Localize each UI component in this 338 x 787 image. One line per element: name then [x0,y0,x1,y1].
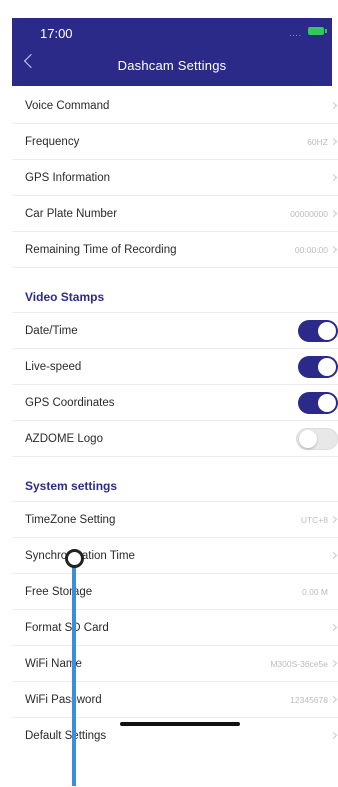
chevron-right-icon [329,551,338,560]
row-label: Voice Command [25,99,110,112]
chevron-right-icon [329,659,338,668]
setting-row-sync-time[interactable]: Synchronization Time [12,538,338,574]
section-title: System settings [25,479,118,493]
chevron-right-icon [329,173,338,182]
row-value: 00:00:00 [294,244,328,255]
row-label: GPS Coordinates [25,396,115,409]
toggle-knob [299,430,317,448]
chevron-right-icon [329,731,338,740]
setting-row-car-plate-number[interactable]: Car Plate Number 00000000 [12,196,338,232]
row-label: Format SD Card [25,621,109,634]
page-title: Dashcam Settings [117,58,227,73]
annotation-pointer-dot [65,549,84,568]
toggle-knob [318,394,336,412]
row-value: 00000000 [290,208,328,219]
row-label: GPS Information [25,171,111,184]
row-label: AZDOME Logo [25,432,103,445]
setting-row-remaining-time[interactable]: Remaining Time of Recording 00:00:00 [12,232,338,268]
section-header-system-settings: System settings [12,457,338,502]
stamp-row-azdome-logo: AZDOME Logo [12,421,338,457]
row-label: Remaining Time of Recording [25,243,177,256]
gps-coordinates-toggle[interactable] [298,392,338,414]
row-label: Free Storage [25,585,93,598]
setting-row-free-storage[interactable]: Free Storage 0.00 M [12,574,338,610]
annotation-pointer-line [72,556,76,786]
stamp-row-date-time: Date/Time [12,313,338,349]
date-time-toggle[interactable] [298,320,338,342]
row-label: Frequency [25,135,80,148]
setting-row-timezone[interactable]: TimeZone Setting UTC+8 [12,502,338,538]
row-value: 12345678 [290,694,328,705]
home-indicator[interactable] [120,722,240,726]
section-header-video-stamps: Video Stamps [12,268,338,313]
chevron-right-icon [329,623,338,632]
section-title: Video Stamps [25,290,105,304]
settings-list: Voice Command Frequency 60HZ GPS Informa… [12,88,338,753]
chevron-right-icon [329,695,338,704]
battery-icon [308,27,327,35]
row-value: UTC+8 [300,514,328,525]
chevron-right-icon [329,515,338,524]
setting-row-format-sd[interactable]: Format SD Card [12,610,338,646]
row-value: M300S-36ce5e [270,658,328,669]
stamp-row-live-speed: Live-speed [12,349,338,385]
chevron-right-icon [329,137,338,146]
setting-row-wifi-name[interactable]: WiFi Name M300S-36ce5e [12,646,338,682]
row-label: Live-speed [25,360,82,373]
chevron-right-icon [329,209,338,218]
row-value: 60HZ [307,136,328,147]
setting-row-gps-information[interactable]: GPS Information [12,160,338,196]
setting-row-frequency[interactable]: Frequency 60HZ [12,124,338,160]
row-label: WiFi Password [25,693,102,706]
chevron-right-icon [329,101,338,110]
row-label: TimeZone Setting [25,513,116,526]
signal-icon: .... [289,29,302,38]
setting-row-wifi-password[interactable]: WiFi Password 12345678 [12,682,338,718]
azdome-logo-toggle[interactable] [296,428,338,450]
row-value: 0.00 M [302,586,328,597]
toggle-knob [318,322,336,340]
setting-row-voice-command[interactable]: Voice Command [12,88,338,124]
row-label: Car Plate Number [25,207,118,220]
nav-header: 17:00 .... Dashcam Settings [12,18,332,86]
chevron-right-icon [329,245,338,254]
live-speed-toggle[interactable] [298,356,338,378]
row-label: Date/Time [25,324,78,337]
stamp-row-gps-coordinates: GPS Coordinates [12,385,338,421]
toggle-knob [318,358,336,376]
status-time: 17:00 [40,26,73,41]
row-label: Default Settings [25,729,107,742]
